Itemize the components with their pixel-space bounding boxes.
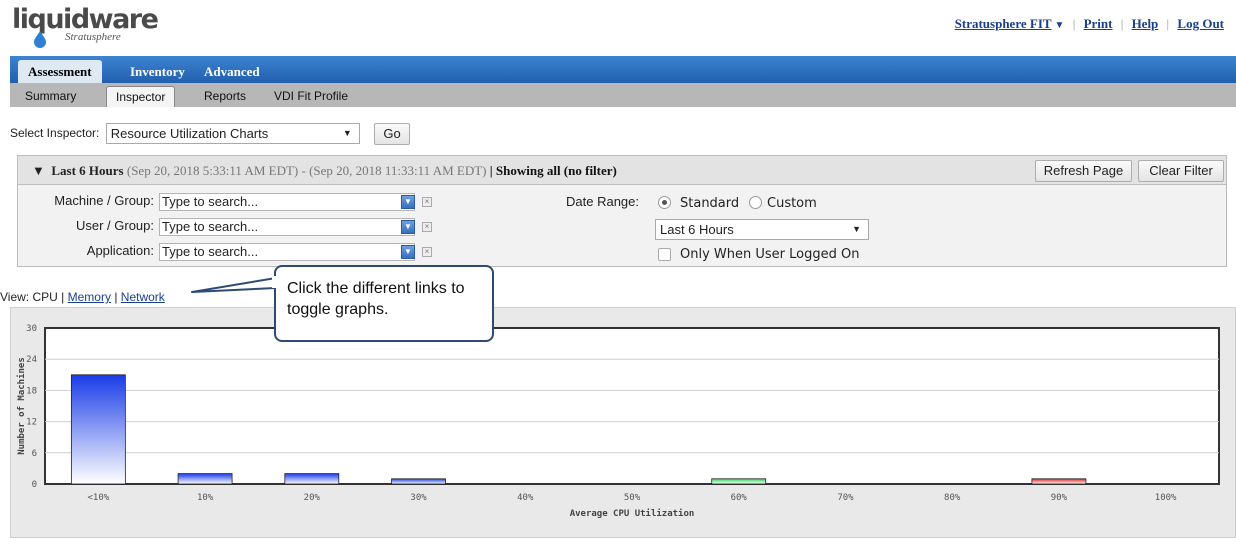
tab-summary[interactable]: Summary: [16, 86, 85, 107]
machine-clear-icon[interactable]: ×: [422, 197, 432, 207]
filter-title: ▼ Last 6 Hours (Sep 20, 2018 5:33:11 AM …: [32, 163, 617, 179]
bar: [177, 473, 233, 485]
view-divider: |: [61, 290, 65, 304]
header: liquidware Stratusphere Stratusphere FIT…: [0, 0, 1236, 56]
view-cpu: CPU: [32, 290, 58, 304]
inspector-selected: Resource Utilization Charts: [110, 126, 269, 142]
tab-reports[interactable]: Reports: [195, 86, 255, 107]
period-selected: Last 6 Hours: [660, 222, 734, 237]
clear-filter-button[interactable]: Clear Filter: [1138, 160, 1224, 182]
period-select[interactable]: Last 6 Hours ▼: [655, 219, 869, 240]
user-group-input[interactable]: Type to search...: [159, 218, 415, 236]
x-tick-label: 40%: [517, 493, 534, 503]
divider: |: [1072, 16, 1076, 31]
inspector-row: Select Inspector: Resource Utilization C…: [10, 122, 411, 146]
memory-link[interactable]: Memory: [68, 290, 111, 304]
x-tick-label: 90%: [1051, 493, 1068, 503]
product-menu-link[interactable]: Stratusphere FIT: [955, 16, 1052, 31]
callout-tooltip: Click the different links to toggle grap…: [274, 265, 494, 342]
tab-inventory[interactable]: Inventory: [120, 60, 195, 83]
main-tab-bar: Assessment Inventory Advanced: [10, 56, 1236, 83]
bar: [711, 478, 767, 485]
x-tick-label: 80%: [944, 493, 961, 503]
logout-link[interactable]: Log Out: [1177, 16, 1224, 31]
tab-vdi-fit-profile[interactable]: VDI Fit Profile: [265, 86, 357, 107]
user-group-label: User / Group:: [75, 218, 154, 233]
logo-subtitle: Stratusphere: [65, 31, 121, 43]
inspector-select[interactable]: Resource Utilization Charts ▼: [105, 123, 360, 145]
machine-group-label: Machine / Group:: [54, 193, 154, 208]
x-tick-label: 30%: [410, 493, 427, 503]
x-tick-label: 50%: [624, 493, 641, 503]
tab-advanced[interactable]: Advanced: [194, 60, 270, 83]
user-dropdown-icon[interactable]: ▼: [401, 220, 415, 234]
filter-divider: |: [489, 163, 493, 178]
application-dropdown-icon[interactable]: ▼: [401, 245, 415, 259]
y-tick-label: 30: [26, 324, 37, 334]
logged-on-label: Only When User Logged On: [680, 247, 860, 262]
x-tick-label: 70%: [837, 493, 854, 503]
cpu-utilization-chart: 0 6 12 18 24 30 <10% 10% 20% 30% 40% 50% 60% 70% 80% 90…: [16, 324, 1220, 519]
date-range-label: Date Range:: [566, 194, 639, 209]
filter-dates: (Sep 20, 2018 5:33:11 AM EDT) - (Sep 20,…: [126, 163, 487, 178]
collapse-triangle-icon[interactable]: ▼: [32, 163, 45, 178]
chevron-down-icon[interactable]: ▼: [1055, 20, 1065, 31]
x-tick-label: <10%: [88, 493, 110, 503]
bar: [391, 478, 446, 485]
go-button[interactable]: Go: [374, 122, 411, 145]
x-tick-label: 10%: [197, 493, 214, 503]
view-links: View: CPU | Memory | Network: [0, 290, 165, 304]
bar: [70, 374, 126, 485]
filter-showing: Showing all (no filter): [495, 163, 617, 178]
liquidware-logo[interactable]: liquidware Stratusphere: [12, 6, 159, 48]
tab-inspector[interactable]: Inspector: [106, 86, 176, 107]
y-tick-label: 18: [26, 386, 37, 396]
bar: [1031, 478, 1087, 485]
cpu-chart-panel: 0 6 12 18 24 30 <10% 10% 20% 30% 40% 50% 60% 70% 80% 90…: [10, 307, 1236, 538]
refresh-page-button[interactable]: Refresh Page: [1035, 160, 1132, 182]
filter-range: Last 6 Hours: [51, 163, 124, 178]
callout-pointer: [191, 277, 277, 293]
view-label: View:: [0, 290, 30, 304]
application-input[interactable]: Type to search...: [159, 243, 415, 261]
top-links: Stratusphere FIT ▼ | Print | Help | Log O…: [955, 16, 1224, 32]
callout-pointer-join: [272, 276, 280, 288]
x-tick-label: 100%: [1155, 493, 1177, 503]
application-clear-icon[interactable]: ×: [422, 247, 432, 257]
filter-panel: Machine / Group: Type to search... ▼ × U…: [17, 185, 1227, 267]
view-divider: |: [114, 290, 118, 304]
machine-group-input[interactable]: Type to search...: [159, 193, 415, 211]
chevron-down-icon: ▼: [342, 128, 352, 139]
logged-on-checkbox[interactable]: [658, 248, 671, 261]
machine-dropdown-icon[interactable]: ▼: [401, 195, 415, 209]
bar: [284, 473, 340, 485]
plot-area: [44, 327, 1220, 485]
inspector-label: Select Inspector:: [10, 126, 100, 140]
filter-header: ▼ Last 6 Hours (Sep 20, 2018 5:33:11 AM …: [17, 155, 1227, 185]
droplet-icon: [34, 31, 46, 48]
help-link[interactable]: Help: [1132, 16, 1159, 31]
y-tick-label: 6: [32, 449, 37, 459]
network-link[interactable]: Network: [121, 290, 165, 304]
tab-assessment[interactable]: Assessment: [18, 60, 102, 83]
divider: |: [1120, 16, 1124, 31]
x-tick-label: 20%: [304, 493, 321, 503]
application-label: Application:: [86, 243, 154, 258]
y-tick-label: 12: [26, 418, 37, 428]
standard-radio[interactable]: [658, 196, 671, 209]
custom-label: Custom: [767, 196, 817, 211]
chevron-down-icon: ▼: [852, 224, 861, 234]
y-tick-label: 24: [26, 355, 37, 365]
y-axis-label: Number of Machines: [16, 357, 27, 455]
user-clear-icon[interactable]: ×: [422, 222, 432, 232]
x-axis-label: Average CPU Utilization: [570, 508, 695, 519]
standard-label: Standard: [680, 196, 740, 211]
y-tick-label: 0: [32, 480, 37, 490]
sub-tab-bar: Summary Inspector Reports VDI Fit Profil…: [10, 83, 1236, 107]
divider: |: [1166, 16, 1170, 31]
custom-radio[interactable]: [749, 196, 762, 209]
x-tick-label: 60%: [731, 493, 748, 503]
print-link[interactable]: Print: [1084, 16, 1113, 31]
